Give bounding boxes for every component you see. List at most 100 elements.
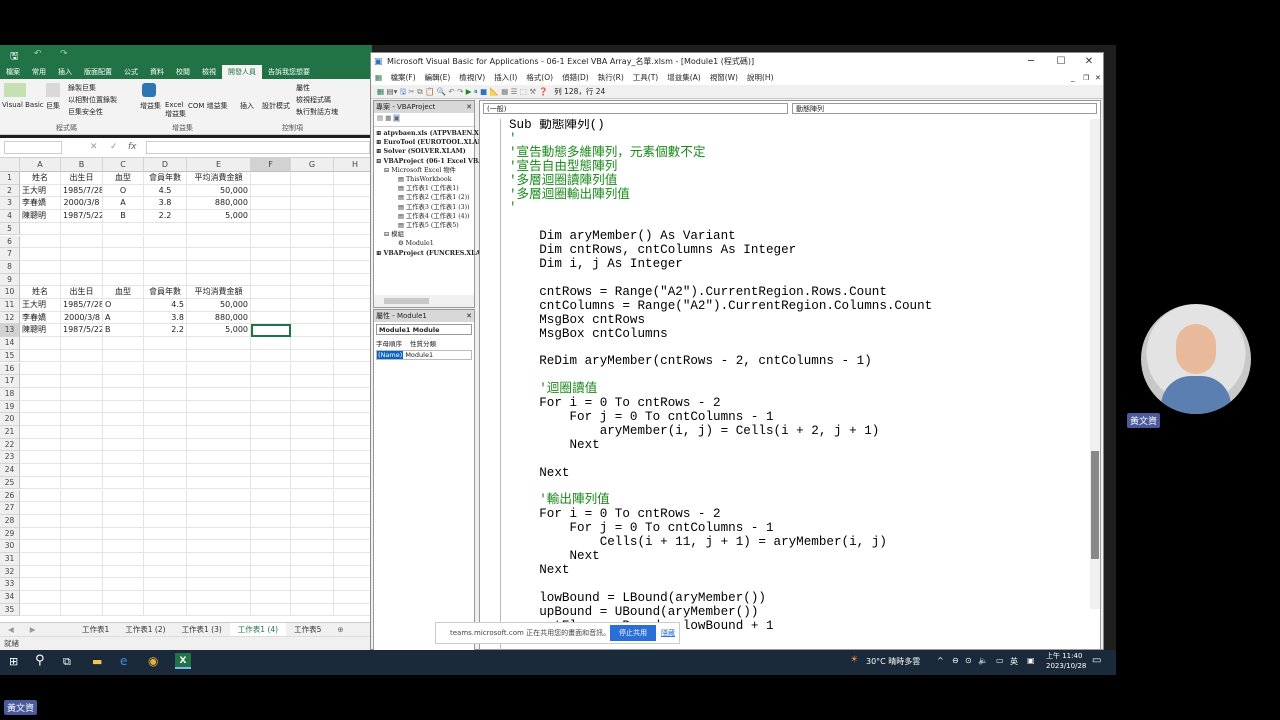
cell[interactable] (20, 337, 61, 350)
data-cell[interactable]: 3.8 (144, 197, 187, 211)
view-excel-icon[interactable]: ▦ (377, 87, 384, 96)
cell[interactable] (103, 337, 144, 350)
cell[interactable] (187, 349, 251, 363)
row-header[interactable]: 24 (0, 464, 20, 477)
cell[interactable] (334, 439, 370, 452)
object-browser-icon[interactable]: ⬚ (520, 87, 529, 96)
cell[interactable] (251, 375, 291, 388)
cell[interactable] (291, 502, 334, 515)
code-editor[interactable]: Sub 動態陣列() ' '宣告動態多維陣列，元素個數不定 '宣告自由型態陣列 '多層迴… (500, 119, 1086, 651)
cell[interactable] (334, 223, 370, 236)
redo-icon[interactable]: ↷ (457, 87, 466, 96)
battery-icon[interactable]: ▭ (996, 656, 1004, 665)
data-cell[interactable]: 5,000 (187, 210, 251, 223)
row-header[interactable]: 29 (0, 527, 20, 541)
data-cell[interactable]: 880,000 (187, 311, 251, 325)
cell[interactable] (334, 502, 370, 515)
cell[interactable] (251, 184, 291, 198)
cell[interactable] (61, 349, 103, 363)
cell[interactable] (291, 565, 334, 579)
cell[interactable] (251, 438, 291, 452)
cell[interactable] (20, 565, 61, 579)
cell[interactable] (144, 400, 187, 414)
sheet-nav-prev[interactable]: ◀ (0, 623, 22, 637)
cell[interactable] (187, 565, 251, 579)
tree-item[interactable]: ⊞ atpvbaen.xls (ATPVBAEN.XLAM) (376, 129, 498, 138)
cell[interactable] (334, 401, 370, 414)
cell[interactable] (144, 362, 187, 376)
row-header[interactable]: 2 (0, 184, 20, 198)
cell[interactable] (334, 540, 370, 553)
cell[interactable] (61, 476, 103, 490)
cell[interactable] (251, 502, 291, 515)
row-header[interactable]: 4 (0, 210, 20, 223)
maximize-icon[interactable]: ☐ (1046, 53, 1076, 71)
cell[interactable] (187, 273, 251, 287)
cell[interactable] (334, 248, 370, 261)
data-cell[interactable]: 4.5 (144, 299, 187, 312)
cell[interactable] (334, 312, 370, 325)
data-cell[interactable]: 陳聰明 (20, 324, 61, 338)
cell[interactable] (251, 362, 291, 376)
cell[interactable] (61, 362, 103, 376)
excel-icon[interactable]: ▦ (375, 73, 382, 82)
cell[interactable] (103, 426, 144, 439)
cell[interactable] (334, 451, 370, 465)
cell[interactable] (334, 350, 370, 363)
selected-cell[interactable] (251, 324, 291, 338)
edge-icon[interactable]: e (120, 654, 127, 668)
code-line[interactable] (509, 342, 1086, 356)
code-line[interactable] (509, 453, 1086, 467)
notification-icon[interactable]: ▭ (1092, 655, 1101, 666)
tab-view[interactable]: 檢視 (196, 65, 222, 79)
tree-item[interactable]: ▤ 工作表1 (工作表1) (376, 184, 474, 193)
cell[interactable] (251, 591, 291, 604)
cell[interactable] (61, 565, 103, 579)
weather-text[interactable]: 30°C 晴時多雲 (866, 656, 920, 667)
cell[interactable] (187, 553, 251, 566)
header-cell[interactable]: 姓名 (20, 286, 61, 299)
cell[interactable] (187, 438, 251, 452)
cell[interactable] (251, 603, 291, 617)
enter-icon[interactable]: ✓ (110, 142, 118, 152)
cell[interactable] (291, 184, 334, 198)
cell[interactable] (61, 540, 103, 553)
row-header[interactable]: 19 (0, 400, 20, 414)
cell[interactable] (334, 604, 370, 617)
add-sheet-icon[interactable]: ⊕ (329, 623, 351, 637)
run-icon[interactable]: ▶ (466, 87, 474, 96)
cell[interactable] (61, 375, 103, 388)
copy-icon[interactable]: ⧉ (417, 87, 425, 96)
cell[interactable] (251, 489, 291, 503)
tab-file[interactable]: 檔案 (0, 65, 26, 79)
cell[interactable] (291, 514, 334, 528)
cell[interactable] (251, 260, 291, 274)
weather-icon[interactable]: ☀ (850, 655, 858, 665)
row-header[interactable]: 15 (0, 349, 20, 363)
properties-button[interactable]: 屬性 (296, 83, 310, 93)
close-icon[interactable]: ✕ (1074, 53, 1104, 71)
tree-item[interactable]: ▤ ThisWorkbook (376, 175, 474, 184)
code-line[interactable]: upBound = UBound(aryMember()) (509, 605, 1086, 620)
row-header[interactable]: 26 (0, 489, 20, 503)
cell[interactable] (291, 527, 334, 541)
scrollbar-thumb[interactable] (384, 298, 429, 304)
cell[interactable] (334, 591, 370, 604)
cell[interactable] (291, 438, 334, 452)
column-header[interactable]: E (187, 158, 251, 172)
cell[interactable] (20, 235, 61, 249)
cell[interactable] (103, 222, 144, 236)
cell[interactable] (103, 362, 144, 376)
row-header[interactable]: 31 (0, 553, 20, 566)
cell[interactable] (20, 514, 61, 528)
code-line[interactable]: cntColumns = Range("A2").CurrentRegion.C… (509, 299, 1086, 314)
cell[interactable] (103, 400, 144, 414)
row-header[interactable]: 22 (0, 438, 20, 452)
cell[interactable] (251, 426, 291, 439)
cell[interactable] (61, 438, 103, 452)
tray-chevron-icon[interactable]: ^ (937, 656, 944, 665)
cell[interactable] (334, 578, 370, 592)
row-header[interactable]: 34 (0, 591, 20, 604)
cell[interactable] (144, 387, 187, 401)
cell[interactable] (61, 273, 103, 287)
